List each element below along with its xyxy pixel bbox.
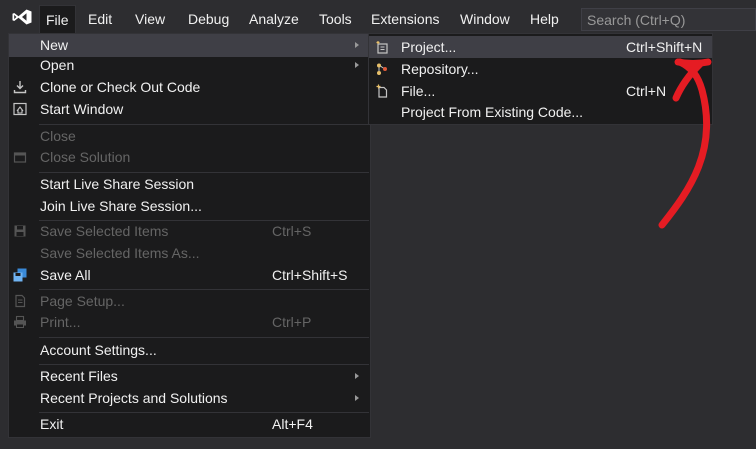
new-file-icon — [376, 84, 388, 98]
menu-item-save-selected-items-as[interactable]: Save Selected Items As... — [9, 242, 370, 265]
menu-item-recent-projects-and-solutions[interactable]: Recent Projects and Solutions — [9, 387, 370, 410]
menu-item-join-live-share-session[interactable]: Join Live Share Session... — [9, 195, 370, 218]
menu-item-label: Print... — [40, 314, 81, 330]
search-input[interactable] — [582, 9, 752, 30]
submenu-arrow-icon — [355, 373, 359, 379]
submenu-item-label: Repository... — [401, 61, 479, 77]
menu-item-label: Recent Files — [40, 368, 118, 384]
menu-item-account-settings[interactable]: Account Settings... — [9, 339, 370, 362]
print-icon — [14, 315, 26, 328]
menu-separator — [39, 337, 369, 338]
start-window-icon — [13, 102, 27, 116]
menu-item-shortcut: Ctrl+P — [272, 314, 312, 330]
menu-item-start-window[interactable]: Start Window — [9, 98, 370, 121]
menu-bar: File Edit View Debug Analyze Tools Exten… — [0, 0, 756, 34]
menu-item-label: Account Settings... — [40, 342, 157, 358]
menu-item-exit[interactable]: Exit Alt+F4 — [9, 413, 370, 436]
menu-item-label: Recent Projects and Solutions — [40, 390, 228, 406]
submenu-item-label: Project... — [401, 39, 457, 55]
submenu-arrow-icon — [355, 62, 359, 68]
menu-item-close[interactable]: Close — [9, 125, 370, 148]
repository-icon — [377, 63, 387, 75]
menu-item-close-solution[interactable]: Close Solution — [9, 146, 370, 169]
menu-view[interactable]: View — [129, 5, 171, 33]
menu-item-label: Page Setup... — [40, 293, 125, 309]
submenu-item-label: File... — [401, 83, 436, 99]
menu-item-label: Open — [40, 57, 75, 73]
menu-item-label: Close — [40, 128, 76, 144]
menu-item-open[interactable]: Open — [9, 54, 370, 77]
menu-item-print[interactable]: Print... Ctrl+P — [9, 311, 370, 334]
menu-item-save-all[interactable]: Save All Ctrl+Shift+S — [9, 264, 370, 287]
menu-item-recent-files[interactable]: Recent Files — [9, 365, 370, 388]
menu-item-label: Start Live Share Session — [40, 176, 195, 192]
menu-item-clone-or-check-out-code[interactable]: Clone or Check Out Code — [9, 76, 370, 99]
menu-extensions[interactable]: Extensions — [365, 5, 445, 33]
save-all-icon — [13, 268, 27, 282]
submenu-arrow-icon — [355, 42, 359, 48]
menu-item-shortcut: Alt+F4 — [272, 416, 313, 432]
new-project-icon — [376, 41, 388, 54]
menu-item-label: Save Selected Items — [40, 223, 169, 239]
menu-file[interactable]: File — [39, 5, 76, 34]
red-annotation-arrow-icon — [658, 58, 712, 229]
save-icon — [14, 225, 26, 237]
menu-item-save-selected-items[interactable]: Save Selected Items Ctrl+S — [9, 220, 370, 243]
menu-item-label: Save Selected Items As... — [40, 245, 200, 261]
menu-window[interactable]: Window — [454, 5, 516, 33]
menu-debug[interactable]: Debug — [182, 5, 235, 33]
menu-edit[interactable]: Edit — [82, 5, 118, 33]
menu-item-label: Start Window — [40, 101, 124, 117]
menu-item-label: Clone or Check Out Code — [40, 79, 201, 95]
menu-item-page-setup[interactable]: Page Setup... — [9, 290, 370, 313]
menu-analyze[interactable]: Analyze — [243, 5, 305, 33]
menu-tools[interactable]: Tools — [313, 5, 358, 33]
download-icon — [13, 81, 27, 94]
menu-help[interactable]: Help — [524, 5, 565, 33]
menu-item-shortcut: Ctrl+S — [272, 223, 312, 239]
menu-item-label: Exit — [40, 416, 64, 432]
page-setup-icon — [15, 294, 26, 308]
file-menu: New Open Clone or Check Out Code Start W… — [8, 33, 371, 438]
submenu-item-label: Project From Existing Code... — [401, 104, 584, 120]
menu-item-label: Join Live Share Session... — [40, 198, 202, 214]
close-solution-icon — [13, 152, 27, 163]
menu-item-shortcut: Ctrl+Shift+S — [272, 267, 348, 283]
menu-item-start-live-share-session[interactable]: Start Live Share Session — [9, 173, 370, 196]
visual-studio-logo-icon — [12, 9, 32, 25]
menu-item-label: Save All — [40, 267, 91, 283]
menu-item-label: Close Solution — [40, 149, 131, 165]
submenu-arrow-icon — [355, 395, 359, 401]
search-box[interactable] — [581, 8, 756, 31]
